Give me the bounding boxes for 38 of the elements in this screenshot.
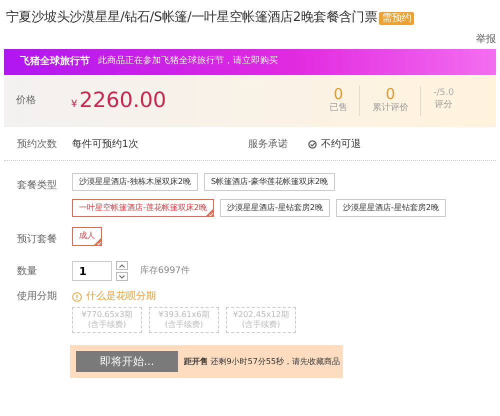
- quantity-input[interactable]: 1: [72, 261, 112, 282]
- stat-value: -/5.0: [433, 88, 454, 99]
- field-label: 套餐类型: [17, 178, 58, 192]
- increment-button[interactable]: [116, 261, 128, 270]
- reservation-badge: 需预约: [379, 12, 414, 25]
- booking-value: 每件可预约1次: [72, 138, 140, 152]
- decrement-button[interactable]: [116, 272, 128, 282]
- package-option[interactable]: 沙漠星星酒店-星钻套房2晚: [220, 198, 330, 218]
- banner-title: 飞猪全球旅行节: [20, 54, 90, 69]
- package-option[interactable]: S帐篷酒店-豪华莲花帐篷双床2晚: [204, 172, 336, 191]
- banner-text: 此商品正在参加飞猪全球旅行节，请立即购买: [98, 54, 278, 68]
- package-option[interactable]: 成人: [72, 227, 102, 246]
- stat-value: 0: [384, 86, 396, 102]
- caret-down-icon: [119, 274, 125, 279]
- price-value: ¥2260.00: [71, 86, 166, 114]
- field-label: 预订套餐: [17, 232, 58, 248]
- buy-button[interactable]: 即将开始...: [76, 351, 178, 372]
- package-option[interactable]: 沙漠星星酒店-星钻套房2晚: [336, 198, 446, 218]
- field-label: 服务承诺: [248, 138, 289, 152]
- stat-label: 已售: [329, 102, 348, 115]
- price-label: 价格: [16, 94, 37, 108]
- info-icon: [72, 292, 82, 302]
- package-option[interactable]: 沙漠星星酒店-独栋木屋双床2晚: [72, 172, 198, 191]
- stat-label: 评分: [434, 98, 454, 112]
- caret-up-icon: [119, 264, 125, 268]
- countdown-notice: 距开售 还剩9小时57分55秒，请先收藏商品: [184, 356, 340, 368]
- stock-text: 库存6997件: [140, 264, 190, 278]
- field-label: 使用分期: [17, 290, 58, 304]
- stat-label: 累计评价: [372, 102, 408, 115]
- field-label: 预约次数: [17, 138, 58, 152]
- check-corner-icon: [93, 236, 102, 246]
- field-label: 数量: [17, 264, 38, 279]
- product-title: 宁夏沙坡头沙漠星星/钻石/S帐篷/一叶星空帐篷酒店2晚套餐含门票: [6, 10, 378, 25]
- package-option[interactable]: 一叶星空帐篷酒店-莲花帐篷双床2晚: [72, 198, 214, 218]
- service-value: 不约可退: [321, 138, 361, 152]
- stat-value: 0: [332, 86, 344, 102]
- check-circle-icon: [308, 140, 317, 148]
- report-link[interactable]: 举报: [476, 34, 496, 44]
